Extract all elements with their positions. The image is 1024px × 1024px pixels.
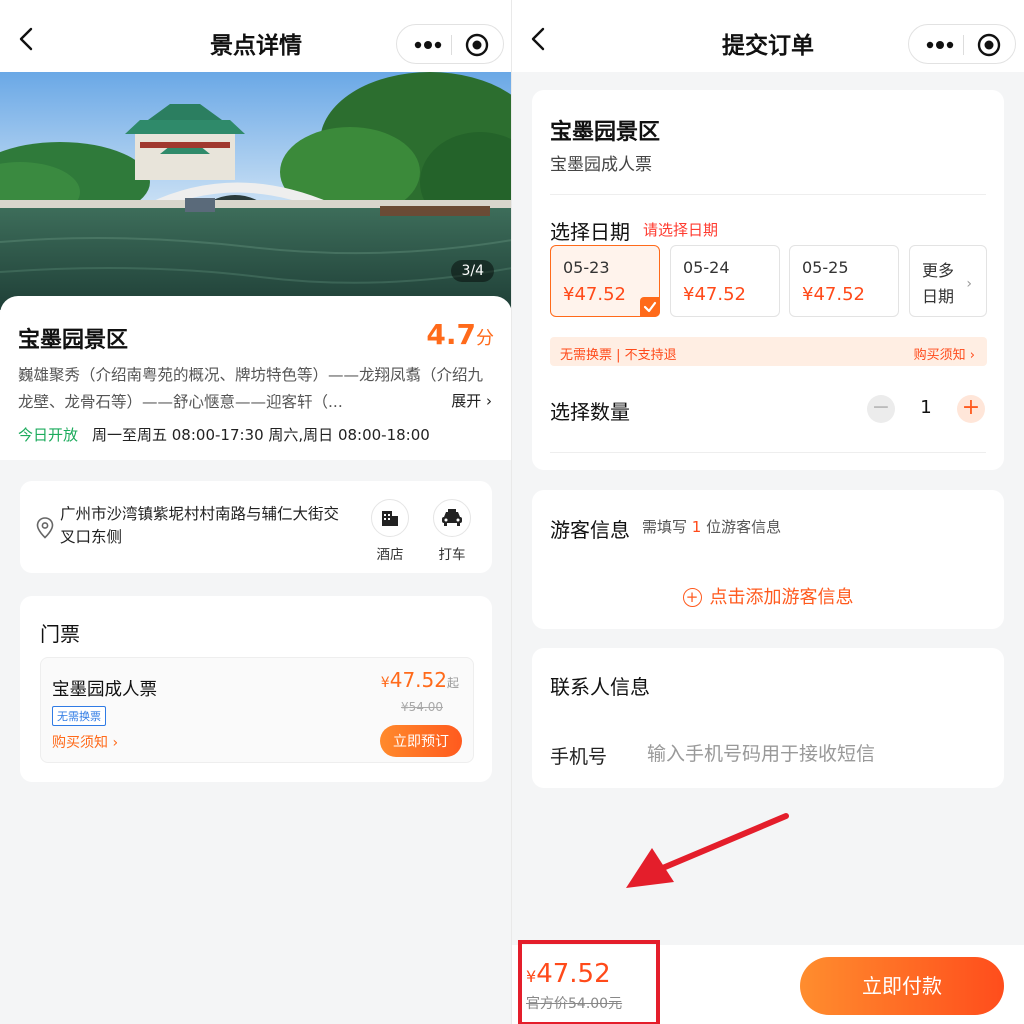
- date-option[interactable]: 05-25 ¥47.52: [789, 245, 899, 317]
- refund-policy-text: 无需换票 | 不支持退: [560, 348, 677, 363]
- total-price-currency: ¥: [526, 967, 537, 986]
- ticket-section: 门票 宝墨园成人票 无需换票 购买须知 › ¥47.52起 ¥54.00 立即预…: [20, 596, 492, 782]
- hotel-building-icon: [382, 511, 398, 526]
- ticket-original-price: ¥54.00: [401, 700, 443, 714]
- guest-need-suffix: 位游客信息: [706, 518, 782, 536]
- phone-input[interactable]: [647, 738, 987, 770]
- quantity-decrease-button[interactable]: −: [867, 395, 895, 423]
- official-original-price: 官方价54.00元: [526, 996, 623, 1012]
- ticket-price-currency: ¥: [380, 675, 390, 691]
- contact-info-card: 联系人信息 手机号: [532, 648, 1004, 788]
- total-price: ¥47.52: [526, 959, 611, 989]
- hotel-button[interactable]: 酒店: [368, 499, 412, 563]
- add-guest-button[interactable]: + 点击添加游客信息: [532, 583, 1004, 609]
- taxi-label: 打车: [438, 547, 466, 563]
- gallery-page-indicator: 3/4: [451, 260, 494, 282]
- scenic-name: 宝墨园景区: [18, 328, 129, 353]
- ticket-name: 宝墨园成人票: [52, 680, 157, 700]
- scenic-detail-screen: 景点详情 3/4 宝墨园景区 4.7分 巍雄聚秀（介绍南粤苑的概况、牌坊特色等）…: [0, 0, 512, 1024]
- ticket-price-value: 47.52: [389, 668, 447, 692]
- purchase-notice-link[interactable]: 购买须知 ›: [914, 344, 975, 363]
- ticket-item[interactable]: 宝墨园成人票 无需换票 购买须知 › ¥47.52起 ¥54.00 立即预订: [40, 657, 474, 763]
- add-circle-icon: +: [682, 588, 702, 607]
- date-option-price: ¥47.52: [563, 284, 626, 305]
- add-guest-label: 点击添加游客信息: [709, 587, 854, 608]
- pavilion-lake-photo: [0, 72, 512, 310]
- order-card: 宝墨园景区 宝墨园成人票 选择日期 请选择日期 05-23 ¥47.52 05-…: [532, 90, 1004, 470]
- date-option-price: ¥47.52: [802, 284, 865, 305]
- no-exchange-tag: 无需换票: [52, 706, 106, 726]
- order-ticket-type: 宝墨园成人票: [550, 155, 652, 175]
- date-option[interactable]: 05-23 ¥47.52: [550, 245, 660, 317]
- date-hint: 请选择日期: [643, 221, 719, 239]
- checkout-bar: ¥47.52 官方价54.00元 立即付款: [512, 940, 1024, 1024]
- close-target-icon[interactable]: [465, 33, 489, 57]
- more-dates-label: 更多日期: [922, 261, 955, 306]
- close-target-icon[interactable]: [977, 33, 1001, 57]
- capsule-divider: [963, 35, 964, 55]
- location-pin-icon: [36, 517, 54, 539]
- order-scenic-name: 宝墨园景区: [550, 120, 661, 145]
- total-price-value: 47.52: [536, 959, 611, 989]
- check-icon: [640, 297, 660, 317]
- date-label: 选择日期: [550, 220, 630, 244]
- ticket-price-suffix: 起: [446, 676, 459, 690]
- guest-info-title: 游客信息: [550, 518, 630, 542]
- red-pointer-arrow: [626, 813, 789, 888]
- rating-unit: 分: [476, 328, 494, 349]
- contact-info-title: 联系人信息: [550, 675, 650, 699]
- guest-requirement: 需填写 1 位游客信息: [642, 516, 781, 537]
- phone-label: 手机号: [550, 746, 608, 768]
- guest-need-count: 1: [691, 518, 702, 536]
- taxi-button[interactable]: 打车: [430, 499, 474, 563]
- scenic-photo-gallery[interactable]: 3/4: [0, 72, 512, 310]
- address-card[interactable]: 广州市沙湾镇紫坭村村南路与辅仁大街交叉口东侧 酒店 打车: [20, 481, 492, 573]
- nav-bar: 景点详情: [0, 0, 512, 72]
- quantity-value: 1: [920, 397, 932, 418]
- taxi-car-icon: [442, 509, 462, 526]
- divider: [550, 194, 986, 195]
- ticket-section-title: 门票: [40, 622, 80, 646]
- scenic-info-card: 宝墨园景区 4.7分 巍雄聚秀（介绍南粤苑的概况、牌坊特色等）——龙翔凤翥（介绍…: [0, 296, 512, 460]
- pay-now-button[interactable]: 立即付款: [800, 957, 1004, 1015]
- scenic-description: 巍雄聚秀（介绍南粤苑的概况、牌坊特色等）——龙翔凤翥（介绍九龙壁、龙骨石等）——…: [18, 366, 484, 411]
- capsule-divider: [451, 35, 452, 55]
- quantity-increase-button[interactable]: +: [957, 395, 985, 423]
- guest-info-card: 游客信息 需填写 1 位游客信息 + 点击添加游客信息: [532, 490, 1004, 629]
- date-option[interactable]: 05-24 ¥47.52: [670, 245, 780, 317]
- nav-bar: 提交订单: [512, 0, 1024, 72]
- hotel-label: 酒店: [376, 547, 404, 563]
- date-option-date: 05-25: [802, 258, 849, 277]
- divider: [550, 452, 986, 453]
- quantity-label: 选择数量: [550, 400, 630, 424]
- ticket-price: ¥47.52起: [381, 668, 459, 692]
- date-option-date: 05-23: [563, 258, 610, 277]
- submit-order-screen: 提交订单 宝墨园景区 宝墨园成人票 选择日期 请选择日期 05-23 ¥47.5…: [512, 0, 1024, 1024]
- chevron-right-icon: ›: [966, 276, 972, 292]
- rating-score: 4.7: [426, 318, 476, 351]
- book-now-button[interactable]: 立即预订: [380, 725, 462, 757]
- expand-button[interactable]: 展开 ›: [451, 390, 492, 411]
- rating: 4.7分: [426, 318, 494, 351]
- date-option-date: 05-24: [683, 258, 730, 277]
- guest-need-prefix: 需填写: [642, 518, 688, 536]
- more-dates-button[interactable]: 更多日期 ›: [909, 245, 987, 317]
- more-dots-icon[interactable]: [413, 35, 443, 55]
- open-hours: 周一至周五 08:00-17:30 周六,周日 08:00-18:00: [92, 426, 430, 444]
- date-option-price: ¥47.52: [683, 284, 746, 305]
- ticket-notice-bar[interactable]: 无需换票 | 不支持退 购买须知 ›: [550, 337, 987, 366]
- open-status: 今日开放: [18, 426, 79, 444]
- mini-program-capsule: [396, 24, 504, 64]
- address-text: 广州市沙湾镇紫坭村村南路与辅仁大街交叉口东侧: [60, 505, 340, 546]
- purchase-notice-link[interactable]: 购买须知 ›: [52, 732, 118, 752]
- mini-program-capsule: [908, 24, 1016, 64]
- more-dots-icon[interactable]: [925, 35, 955, 55]
